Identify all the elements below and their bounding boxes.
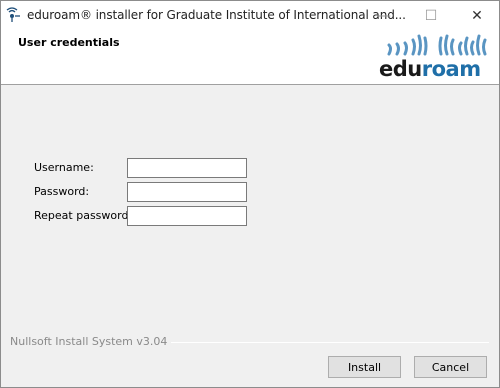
close-button[interactable]: ✕ [454,1,500,30]
svg-text:eduroam: eduroam [379,57,481,81]
username-input[interactable] [127,158,247,178]
password-input[interactable] [127,182,247,202]
page-header: User credentials eduroam [1,30,499,85]
footer-divider [151,342,489,343]
repeat-password-input[interactable] [127,206,247,226]
title-bar[interactable]: eduroam® installer for Graduate Institut… [1,1,499,30]
cancel-button[interactable]: Cancel [414,356,487,378]
window-title: eduroam® installer for Graduate Institut… [27,8,406,22]
minimize-button[interactable]: — [361,1,407,30]
nsis-branding: Nullsoft Install System v3.04 [10,335,172,348]
install-button[interactable]: Install [328,356,401,378]
minimize-icon: — [377,7,391,24]
eduroam-logo: eduroam [379,34,487,81]
eduroam-app-icon [6,7,20,22]
username-label: Username: [34,161,94,174]
maximize-icon: ☐ [424,7,438,24]
page-title: User credentials [18,36,120,49]
maximize-button[interactable]: ☐ [408,1,454,30]
installer-window: eduroam® installer for Graduate Institut… [0,0,500,388]
repeat-password-label: Repeat password: [34,209,133,222]
close-icon: ✕ [471,7,483,24]
password-label: Password: [34,185,90,198]
